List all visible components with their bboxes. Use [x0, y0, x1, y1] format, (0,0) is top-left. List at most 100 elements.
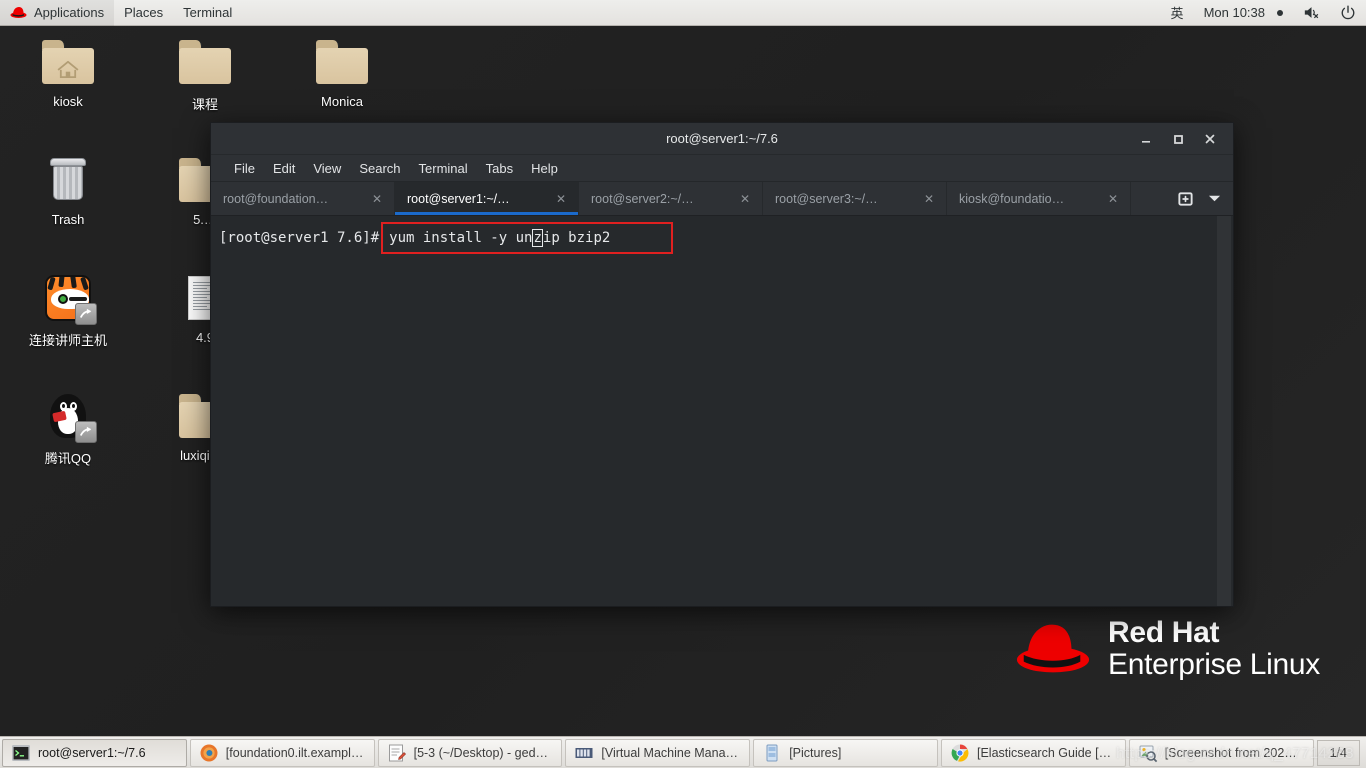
- terminal-icon: [12, 744, 30, 761]
- taskbar-item-pictures[interactable]: [Pictures]: [753, 738, 938, 767]
- minimize-icon: [1142, 140, 1150, 143]
- terminal-tab-kiosk[interactable]: kiosk@foundatio… ✕: [947, 182, 1131, 215]
- desktop-icon-label: 腾讯QQ: [44, 451, 92, 466]
- top-panel-status-area: 英 Mon 10:38: [1161, 0, 1366, 26]
- taskbar-item-screenshot[interactable]: [Screenshot from 202…: [1128, 738, 1314, 767]
- tab-close-icon[interactable]: ✕: [370, 192, 384, 206]
- menu-file[interactable]: File: [225, 158, 264, 179]
- clock[interactable]: Mon 10:38: [1194, 0, 1293, 26]
- input-method-indicator[interactable]: 英: [1161, 0, 1194, 26]
- terminal-tabbar: root@foundation… ✕ root@server1:~/… ✕ ro…: [211, 182, 1233, 216]
- terminal-menu[interactable]: Terminal: [173, 0, 242, 26]
- shortcut-arrow-icon: [75, 303, 97, 325]
- taskbar-item-label: [foundation0.ilt.exampl…: [225, 745, 364, 760]
- close-button[interactable]: [1197, 127, 1223, 151]
- desktop-icon-label: Monica: [321, 94, 363, 109]
- terminal-window[interactable]: root@server1:~/7.6 File Edit View Search…: [210, 122, 1234, 607]
- terminal-tab-server3[interactable]: root@server3:~/… ✕: [763, 182, 947, 215]
- rhel-branding: Red Hat Enterprise Linux: [1014, 616, 1320, 681]
- menu-tabs[interactable]: Tabs: [477, 158, 522, 179]
- applications-menu[interactable]: Applications: [0, 0, 115, 26]
- menu-edit[interactable]: Edit: [264, 158, 304, 179]
- clock-label: Mon 10:38: [1203, 5, 1265, 20]
- chevron-down-icon[interactable]: [1208, 194, 1221, 203]
- desktop-icon-label: 课程: [191, 97, 218, 112]
- tab-label: root@server1:~/…: [407, 191, 510, 206]
- text-cursor: z: [532, 229, 543, 247]
- redhat-hat-icon: [1016, 624, 1090, 673]
- taskbar-item-label: [Elasticsearch Guide [7…: [976, 745, 1117, 760]
- files-icon: [766, 744, 778, 761]
- redhat-logo-icon: [10, 7, 27, 18]
- branding-line-2: Enterprise Linux: [1108, 647, 1320, 681]
- minimize-button[interactable]: [1133, 127, 1159, 151]
- terminal-titlebar[interactable]: root@server1:~/7.6: [211, 123, 1233, 155]
- tab-label: root@foundation…: [223, 191, 329, 206]
- desktop-icon-label: 连接讲师主机: [28, 333, 107, 348]
- maximize-button[interactable]: [1165, 127, 1191, 151]
- desktop-icon-label: kiosk: [53, 94, 83, 109]
- menu-help[interactable]: Help: [522, 158, 567, 179]
- terminal-scrollbar[interactable]: [1217, 216, 1231, 606]
- desktop-icon-tencent-qq[interactable]: 腾讯QQ: [18, 390, 118, 467]
- terminal-tab-server2[interactable]: root@server2:~/… ✕: [579, 182, 763, 215]
- applications-menu-label: Applications: [34, 5, 105, 20]
- menu-search[interactable]: Search: [350, 158, 409, 179]
- workspace-switcher[interactable]: 1/4: [1316, 739, 1361, 766]
- menu-terminal[interactable]: Terminal: [410, 158, 477, 179]
- tab-label: kiosk@foundatio…: [959, 191, 1065, 206]
- command-highlight-box: yum install -y un z ip bzip2: [381, 222, 674, 254]
- image-viewer-icon: [1139, 745, 1158, 762]
- window-controls: [1133, 127, 1233, 151]
- taskbar-item-browser[interactable]: [foundation0.ilt.exampl…: [189, 738, 375, 767]
- desktop-icon-kecheng[interactable]: 课程: [155, 36, 255, 113]
- taskbar-item-gedit[interactable]: [5-3 (~/Desktop) - ged…: [377, 738, 563, 767]
- taskbar-item-chrome[interactable]: [Elasticsearch Guide [7…: [940, 738, 1126, 767]
- desktop-icon-connect-instructor-host[interactable]: 连接讲师主机: [18, 272, 118, 349]
- taskbar-item-label: root@server1:~/7.6: [38, 745, 146, 760]
- places-menu-label: Places: [124, 5, 164, 20]
- tab-close-icon[interactable]: ✕: [1106, 192, 1120, 206]
- folder-icon: [177, 36, 233, 88]
- workspace-label: 1/4: [1329, 745, 1347, 760]
- places-menu[interactable]: Places: [114, 0, 173, 26]
- terminal-title: root@server1:~/7.6: [666, 131, 778, 146]
- home-glyph-icon: [57, 60, 79, 78]
- terminal-tab-foundation[interactable]: root@foundation… ✕: [211, 182, 395, 215]
- desktop-icon-label: Trash: [51, 212, 85, 227]
- speaker-muted-icon: [1304, 7, 1319, 19]
- input-method-label: 英: [1170, 6, 1184, 21]
- top-panel: Applications Places Terminal 英 Mon 10:38: [0, 0, 1366, 26]
- firefox-icon: [200, 744, 218, 761]
- folder-icon: [314, 36, 370, 88]
- tab-close-icon[interactable]: ✕: [922, 192, 936, 206]
- tab-close-icon[interactable]: ✕: [738, 192, 752, 206]
- power-menu[interactable]: [1330, 0, 1366, 26]
- terminal-body[interactable]: [root@server1 7.6]# yum install -y un z ip…: [211, 216, 1233, 606]
- terminal-tab-server1[interactable]: root@server1:~/… ✕: [395, 182, 579, 215]
- tiger-shortcut-icon: [40, 272, 97, 325]
- volume-indicator[interactable]: [1293, 0, 1330, 26]
- tabbar-actions: [1165, 182, 1233, 215]
- new-tab-icon[interactable]: [1177, 190, 1194, 207]
- gedit-icon: [388, 744, 406, 761]
- desktop-screen: Applications Places Terminal 英 Mon 10:38: [0, 0, 1366, 768]
- command-before-cursor: yum install -y un: [389, 230, 533, 246]
- tab-label: root@server3:~/…: [775, 191, 878, 206]
- desktop-icon-monica[interactable]: Monica: [292, 36, 392, 109]
- close-icon: [1205, 134, 1215, 143]
- tab-close-icon[interactable]: ✕: [554, 192, 568, 206]
- shell-prompt: [root@server1 7.6]#: [219, 230, 380, 246]
- branding-line-1: Red Hat: [1108, 616, 1220, 649]
- penguin-shortcut-icon: [40, 390, 97, 443]
- terminal-menubar: File Edit View Search Terminal Tabs Help: [211, 155, 1233, 182]
- terminal-prompt-line: [root@server1 7.6]# yum install -y un z ip…: [215, 222, 1233, 254]
- desktop-icon-kiosk[interactable]: kiosk: [18, 36, 118, 109]
- taskbar-item-terminal[interactable]: root@server1:~/7.6: [2, 738, 187, 767]
- notification-dot-icon: [1277, 9, 1283, 16]
- taskbar-item-virt-manager[interactable]: [Virtual Machine Manag…: [565, 738, 751, 767]
- taskbar-item-label: [Virtual Machine Manag…: [601, 745, 742, 760]
- desktop-icon-trash[interactable]: Trash: [18, 154, 118, 227]
- taskbar-item-label: [Screenshot from 202…: [1164, 745, 1297, 760]
- menu-view[interactable]: View: [304, 158, 350, 179]
